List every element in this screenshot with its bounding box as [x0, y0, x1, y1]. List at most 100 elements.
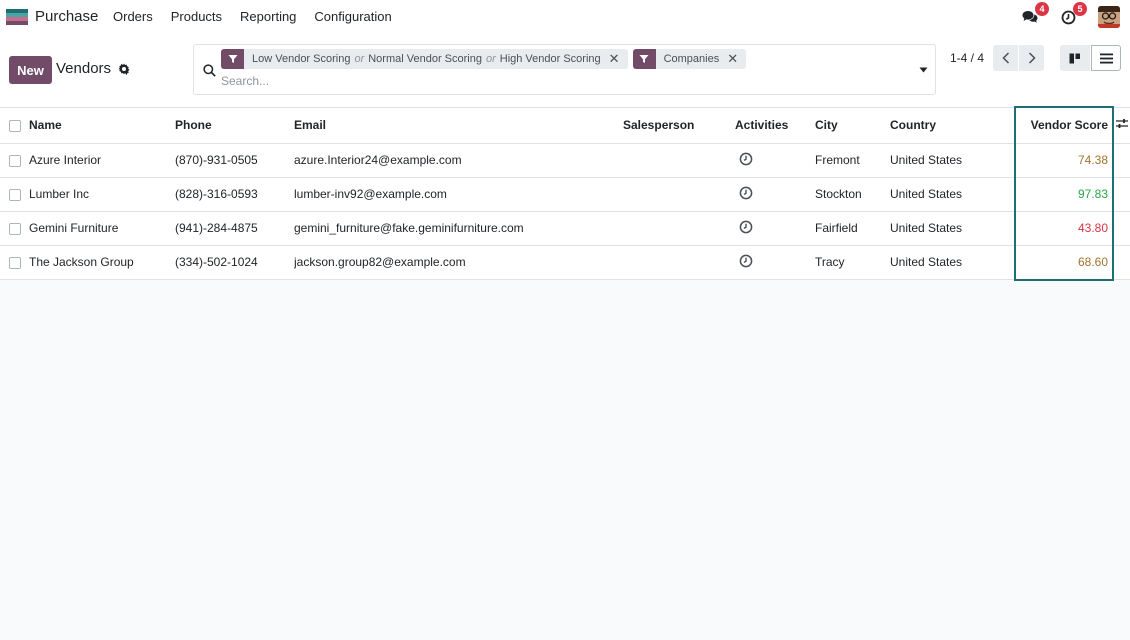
list-view-button[interactable]: [1091, 45, 1121, 71]
facet-label: Companies: [663, 53, 720, 65]
cell-activities: [735, 177, 815, 212]
kanban-view-button[interactable]: [1060, 45, 1090, 71]
column-header-phone[interactable]: Phone: [175, 108, 294, 144]
cell-vendor-score: 68.60: [1011, 245, 1116, 280]
menu-reporting[interactable]: Reporting: [231, 9, 305, 24]
row-checkbox[interactable]: [9, 222, 21, 235]
table-row[interactable]: Gemini Furniture (941)-284-4875 gemini_f…: [0, 211, 1130, 246]
caret-down-icon: [919, 67, 927, 72]
chevron-right-icon: [1028, 52, 1036, 64]
optional-columns-toggle[interactable]: [1116, 108, 1130, 144]
row-select-cell: [0, 177, 29, 212]
row-checkbox[interactable]: [9, 256, 21, 269]
user-avatar[interactable]: [1098, 6, 1120, 28]
cell-email: gemini_furniture@fake.geminifurniture.co…: [294, 211, 623, 246]
app-name[interactable]: Purchase: [35, 8, 98, 25]
vendor-list: Name Phone Email Salesperson Activities …: [0, 108, 1130, 280]
sliders-icon: [1116, 119, 1128, 129]
column-header-activities[interactable]: Activities: [735, 108, 815, 144]
activities-badge: 5: [1073, 2, 1087, 16]
cell-city: Fairfield: [815, 211, 890, 246]
facet-companies[interactable]: Companies ✕: [632, 49, 747, 69]
cell-activities: [735, 211, 815, 246]
cell-activities: [735, 245, 815, 280]
table-header: Name Phone Email Salesperson Activities …: [0, 108, 1130, 144]
activity-clock-icon[interactable]: [739, 152, 753, 166]
cell-phone: (334)-502-1024: [175, 245, 294, 280]
cell-phone: (870)-931-0505: [175, 143, 294, 178]
cell-phone: (941)-284-4875: [175, 211, 294, 246]
row-checkbox[interactable]: [9, 154, 21, 167]
column-header-email[interactable]: Email: [294, 108, 623, 144]
pager-previous-button[interactable]: [993, 45, 1018, 71]
cell-salesperson: [623, 211, 735, 246]
search-facets: Low Vendor Scoring or Normal Vendor Scorin…: [221, 49, 747, 69]
menu-products[interactable]: Products: [162, 9, 231, 24]
row-checkbox[interactable]: [9, 188, 21, 201]
messages-button[interactable]: 4: [1018, 2, 1049, 29]
menu-configuration[interactable]: Configuration: [305, 9, 400, 24]
table-row[interactable]: The Jackson Group (334)-502-1024 jackson…: [0, 245, 1130, 280]
pager-value[interactable]: 1-4 / 4: [950, 51, 984, 65]
row-select-cell: [0, 143, 29, 178]
systray: 4 5: [1004, 2, 1130, 29]
close-icon[interactable]: ✕: [609, 49, 628, 69]
cell-name: Gemini Furniture: [29, 211, 175, 246]
cell-activities: [735, 143, 815, 178]
cell-name: Azure Interior: [29, 143, 175, 178]
menu-orders[interactable]: Orders: [104, 9, 162, 24]
avatar-face-icon: [1098, 6, 1120, 28]
search-bar[interactable]: Low Vendor Scoring or Normal Vendor Scorin…: [193, 44, 936, 95]
facet-label: Low Vendor Scoring or Normal Vendor Scorin…: [252, 53, 601, 65]
messages-badge: 4: [1035, 2, 1049, 16]
cell-email: lumber-inv92@example.com: [294, 177, 623, 212]
cell-city: Stockton: [815, 177, 890, 212]
search-input[interactable]: [221, 73, 901, 89]
activity-clock-icon[interactable]: [739, 220, 753, 234]
cell-vendor-score: 97.83: [1011, 177, 1116, 212]
cell-country: United States: [890, 211, 1011, 246]
cell-spacer: [1116, 211, 1130, 246]
kanban-icon: [1069, 53, 1080, 63]
cell-spacer: [1116, 177, 1130, 212]
facet-vendor-scoring[interactable]: Low Vendor Scoring or Normal Vendor Scorin…: [221, 49, 628, 69]
column-header-salesperson[interactable]: Salesperson: [623, 108, 735, 144]
column-header-city[interactable]: City: [815, 108, 890, 144]
activities-button[interactable]: 5: [1056, 2, 1087, 29]
cell-email: azure.Interior24@example.com: [294, 143, 623, 178]
cell-country: United States: [890, 245, 1011, 280]
close-icon[interactable]: ✕: [727, 49, 746, 69]
cell-spacer: [1116, 245, 1130, 280]
activity-clock-icon[interactable]: [739, 186, 753, 200]
row-select-cell: [0, 245, 29, 280]
column-header-name[interactable]: Name: [29, 108, 175, 144]
main-menu: Orders Products Reporting Configuration: [104, 9, 401, 24]
purchase-app-icon[interactable]: [6, 9, 28, 25]
cell-city: Tracy: [815, 245, 890, 280]
column-header-vendor-score[interactable]: Vendor Score: [1011, 108, 1116, 144]
breadcrumb: Vendors: [56, 60, 130, 77]
cell-salesperson: [623, 245, 735, 280]
cell-email: jackson.group82@example.com: [294, 245, 623, 280]
cell-name: Lumber Inc: [29, 177, 175, 212]
select-all-checkbox[interactable]: [9, 120, 21, 133]
column-header-country[interactable]: Country: [890, 108, 1011, 144]
cell-name: The Jackson Group: [29, 245, 175, 280]
cell-salesperson: [623, 143, 735, 178]
pager-next-button[interactable]: [1019, 45, 1044, 71]
cell-city: Fremont: [815, 143, 890, 178]
table-row[interactable]: Lumber Inc (828)-316-0593 lumber-inv92@e…: [0, 177, 1130, 212]
cell-spacer: [1116, 143, 1130, 178]
cell-phone: (828)-316-0593: [175, 177, 294, 212]
new-button[interactable]: New: [9, 56, 52, 84]
cell-vendor-score: 74.38: [1011, 143, 1116, 178]
gear-icon[interactable]: [118, 63, 130, 75]
search-icon: [203, 64, 216, 80]
activity-clock-icon[interactable]: [739, 254, 753, 268]
search-options-toggle[interactable]: [911, 45, 935, 94]
list-icon: [1099, 53, 1113, 63]
cell-country: United States: [890, 177, 1011, 212]
filter-icon: [221, 49, 244, 69]
table-row[interactable]: Azure Interior (870)-931-0505 azure.Inte…: [0, 143, 1130, 178]
top-navbar: Purchase Orders Products Reporting Confi…: [0, 0, 1130, 34]
